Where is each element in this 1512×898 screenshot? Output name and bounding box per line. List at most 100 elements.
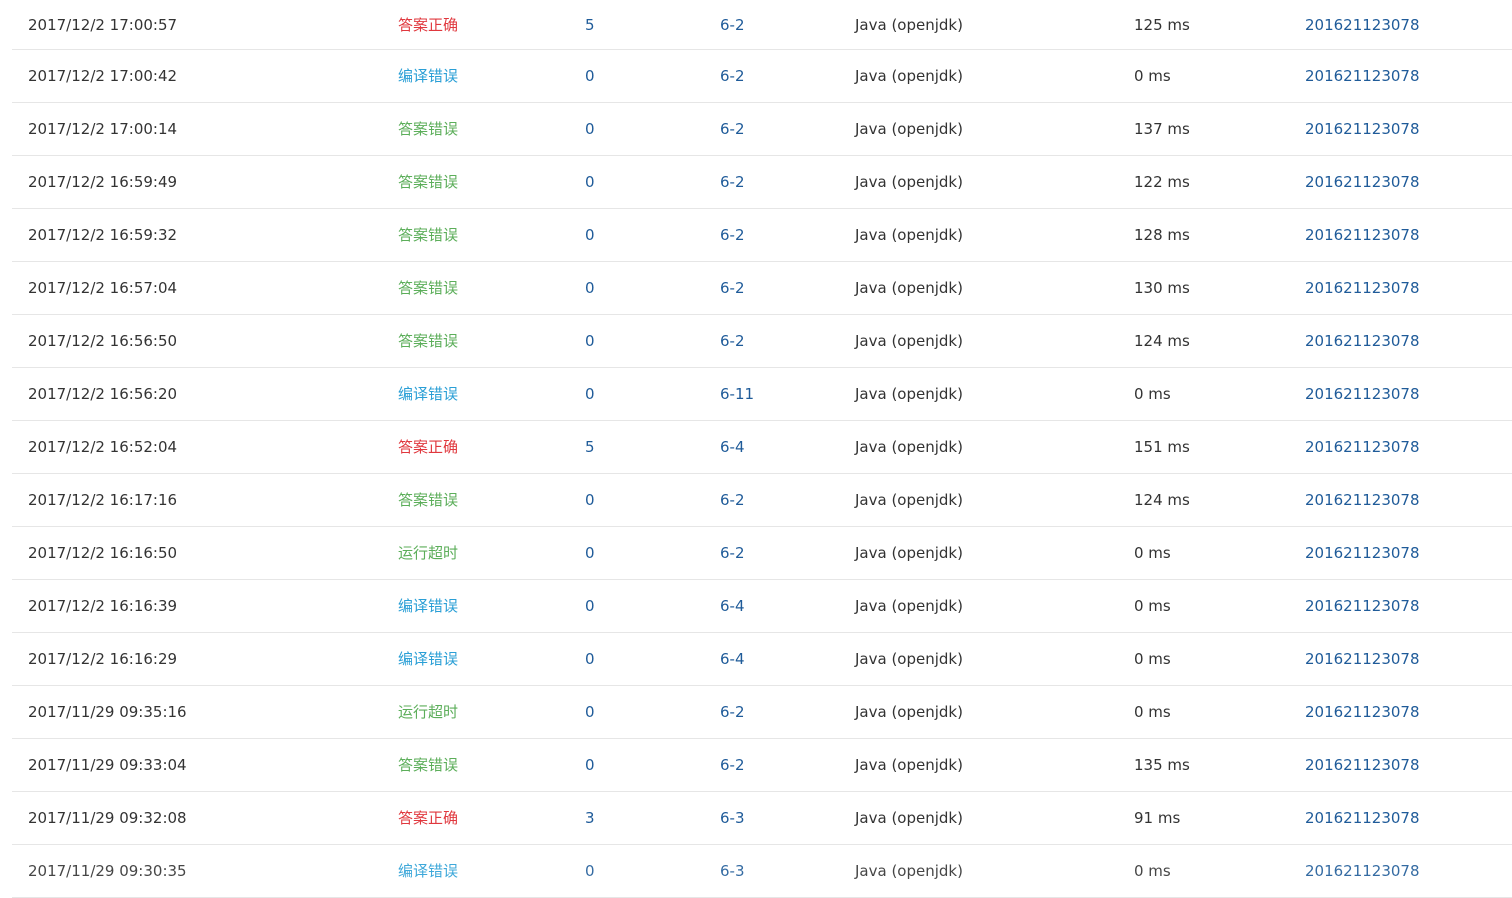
problem-link[interactable]: 6-2 — [720, 686, 745, 738]
submission-status-link[interactable]: 编译错误 — [398, 633, 458, 685]
user-link[interactable]: 201621123078 — [1305, 262, 1420, 314]
problem-link[interactable]: 6-4 — [720, 421, 745, 473]
user-link[interactable]: 201621123078 — [1305, 474, 1420, 526]
user-link[interactable]: 201621123078 — [1305, 0, 1420, 50]
user-link[interactable]: 201621123078 — [1305, 50, 1420, 102]
user-link[interactable]: 201621123078 — [1305, 209, 1420, 261]
problem-link[interactable]: 6-2 — [720, 474, 745, 526]
submission-score: 0 — [585, 491, 595, 509]
submission-score: 5 — [585, 16, 595, 34]
submission-time: 2017/12/2 16:56:50 — [28, 332, 178, 350]
submission-status-link[interactable]: 答案错误 — [398, 739, 458, 791]
submission-score: 0 — [585, 385, 595, 403]
problem-link[interactable]: 6-2 — [720, 0, 745, 50]
submission-status-link[interactable]: 答案错误 — [398, 262, 458, 314]
submission-status-link[interactable]: 答案错误 — [398, 209, 458, 261]
submission-time: 2017/12/2 17:00:57 — [28, 16, 178, 34]
user-link[interactable]: 201621123078 — [1305, 315, 1420, 367]
submission-status-link[interactable]: 答案错误 — [398, 103, 458, 155]
submission-status-link[interactable]: 编译错误 — [398, 50, 458, 102]
problem-link[interactable]: 6-2 — [720, 739, 745, 791]
submission-status-link[interactable]: 答案正确 — [398, 421, 458, 473]
problem-link[interactable]: 6-2 — [720, 315, 745, 367]
table-row: 2017/12/2 16:59:32 答案错误 0 6-2 Java (openjdk)… — [12, 209, 1512, 262]
problem-link[interactable]: 6-2 — [720, 156, 745, 208]
submission-time: 2017/12/2 16:16:39 — [28, 597, 178, 615]
table-row: 2017/12/2 16:59:49 答案错误 0 6-2 Java (openjdk)… — [12, 156, 1512, 209]
user-link[interactable]: 201621123078 — [1305, 633, 1420, 685]
user-link[interactable]: 201621123078 — [1305, 156, 1420, 208]
submission-status-link[interactable]: 编译错误 — [398, 368, 458, 420]
submission-runtime: 0 ms — [1134, 385, 1171, 403]
submission-status-link[interactable]: 答案正确 — [398, 792, 458, 844]
submission-status-link[interactable]: 答案错误 — [398, 474, 458, 526]
submission-language: Java (openjdk) — [855, 385, 963, 403]
submission-score: 0 — [585, 756, 595, 774]
problem-link[interactable]: 6-2 — [720, 262, 745, 314]
submission-language: Java (openjdk) — [855, 226, 963, 244]
submission-status-link[interactable]: 编译错误 — [398, 845, 458, 897]
submission-status-link[interactable]: 答案正确 — [398, 0, 458, 50]
submission-time: 2017/11/29 09:35:16 — [28, 703, 187, 721]
submission-score: 0 — [585, 279, 595, 297]
submission-time: 2017/12/2 16:57:04 — [28, 279, 178, 297]
submission-time: 2017/12/2 16:56:20 — [28, 385, 178, 403]
user-link[interactable]: 201621123078 — [1305, 739, 1420, 791]
submission-score: 0 — [585, 226, 595, 244]
submission-time: 2017/12/2 17:00:14 — [28, 120, 178, 138]
user-link[interactable]: 201621123078 — [1305, 103, 1420, 155]
submission-runtime: 0 ms — [1134, 862, 1171, 880]
submission-time: 2017/12/2 16:16:50 — [28, 544, 178, 562]
submission-status-link[interactable]: 答案错误 — [398, 156, 458, 208]
problem-link[interactable]: 6-2 — [720, 50, 745, 102]
problem-link[interactable]: 6-4 — [720, 633, 745, 685]
submission-language: Java (openjdk) — [855, 650, 963, 668]
submission-time: 2017/12/2 16:17:16 — [28, 491, 178, 509]
problem-link[interactable]: 6-2 — [720, 209, 745, 261]
submission-score: 0 — [585, 597, 595, 615]
submission-time: 2017/12/2 16:52:04 — [28, 438, 178, 456]
submission-language: Java (openjdk) — [855, 862, 963, 880]
submission-language: Java (openjdk) — [855, 332, 963, 350]
submission-score: 0 — [585, 650, 595, 668]
problem-link[interactable]: 6-3 — [720, 792, 745, 844]
submission-runtime: 128 ms — [1134, 226, 1190, 244]
user-link[interactable]: 201621123078 — [1305, 686, 1420, 738]
table-row: 2017/12/2 17:00:57 答案正确 5 6-2 Java (openjdk)… — [12, 0, 1512, 50]
submission-runtime: 130 ms — [1134, 279, 1190, 297]
user-link[interactable]: 201621123078 — [1305, 580, 1420, 632]
user-link[interactable]: 201621123078 — [1305, 792, 1420, 844]
submission-status-link[interactable]: 运行超时 — [398, 527, 458, 579]
submission-runtime: 151 ms — [1134, 438, 1190, 456]
submission-language: Java (openjdk) — [855, 703, 963, 721]
submission-score: 0 — [585, 67, 595, 85]
submission-language: Java (openjdk) — [855, 597, 963, 615]
problem-link[interactable]: 6-4 — [720, 580, 745, 632]
submission-language: Java (openjdk) — [855, 491, 963, 509]
submission-runtime: 91 ms — [1134, 809, 1181, 827]
table-row: 2017/11/29 09:32:08 答案正确 3 6-3 Java (openjdk… — [12, 792, 1512, 845]
submission-language: Java (openjdk) — [855, 16, 963, 34]
problem-link[interactable]: 6-3 — [720, 845, 745, 897]
table-row: 2017/12/2 16:56:50 答案错误 0 6-2 Java (openjdk)… — [12, 315, 1512, 368]
submission-time: 2017/12/2 16:59:49 — [28, 173, 178, 191]
submission-status-link[interactable]: 答案错误 — [398, 315, 458, 367]
submission-status-link[interactable]: 运行超时 — [398, 686, 458, 738]
submission-score: 0 — [585, 120, 595, 138]
submission-status-link[interactable]: 编译错误 — [398, 580, 458, 632]
submission-runtime: 0 ms — [1134, 544, 1171, 562]
submission-language: Java (openjdk) — [855, 120, 963, 138]
user-link[interactable]: 201621123078 — [1305, 368, 1420, 420]
submission-language: Java (openjdk) — [855, 438, 963, 456]
submission-score: 3 — [585, 809, 595, 827]
user-link[interactable]: 201621123078 — [1305, 527, 1420, 579]
problem-link[interactable]: 6-11 — [720, 368, 754, 420]
submission-time: 2017/11/29 09:30:35 — [28, 862, 187, 880]
submission-runtime: 124 ms — [1134, 332, 1190, 350]
problem-link[interactable]: 6-2 — [720, 527, 745, 579]
table-row: 2017/11/29 09:33:04 答案错误 0 6-2 Java (openjdk… — [12, 739, 1512, 792]
user-link[interactable]: 201621123078 — [1305, 421, 1420, 473]
user-link[interactable]: 201621123078 — [1305, 845, 1420, 897]
problem-link[interactable]: 6-2 — [720, 103, 745, 155]
submission-runtime: 124 ms — [1134, 491, 1190, 509]
